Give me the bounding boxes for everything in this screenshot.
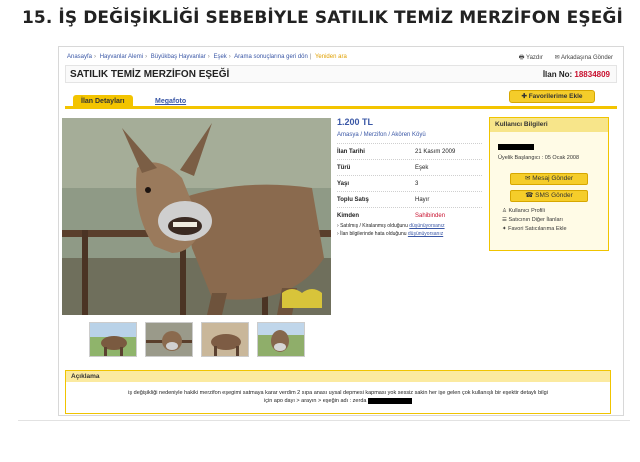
breadcrumb-animals[interactable]: Hayvanlar Alemi — [100, 54, 143, 60]
mail-icon: ✉ — [554, 55, 560, 61]
send-to-friend-link[interactable]: ✉ Arkadaşına Gönder — [555, 55, 613, 61]
detail-row-type: Türü Eşek — [337, 159, 482, 175]
listing-titlebar: SATILIK TEMİZ MERZİFON EŞEĞİ İlan No: 18… — [65, 65, 617, 83]
listing-title: SATILIK TEMİZ MERZİFON EŞEĞİ — [70, 69, 230, 80]
tab-details[interactable]: İlan Detayları — [73, 95, 133, 109]
description-box: Açıklama iş değişikliği nedeniyle hakiki… — [65, 370, 611, 414]
send-sms-button[interactable]: ☎ SMS Gönder — [510, 190, 588, 202]
report-error-link[interactable]: düşünüyorsanız — [408, 231, 443, 237]
price: 1.200 TL — [337, 117, 374, 127]
tab-megafoto[interactable]: Megafoto — [147, 95, 194, 109]
phone-icon: ☎ — [525, 192, 534, 199]
back-to-results-link[interactable]: Arama sonuçlarına geri dön — [234, 54, 308, 60]
detail-row-age: Yaşı 3 — [337, 175, 482, 191]
list-icon: ☰ — [502, 217, 507, 223]
details-table: İlan Tarihi 21 Kasım 2009 Türü Eşek Yaşı… — [337, 143, 482, 223]
star-icon: ✦ — [502, 226, 507, 232]
arrow-right-icon: › — [337, 231, 339, 237]
breadcrumb: Anasayfa › Hayvanlar Alemi › Büyükbaş Hayv… — [67, 54, 347, 60]
listing-number-value: 18834809 — [574, 70, 610, 79]
new-search-link[interactable]: Yeniden ara — [315, 54, 347, 60]
breadcrumb-donkey[interactable]: Eşek — [213, 54, 226, 60]
divider — [18, 420, 630, 421]
thumbnail[interactable] — [257, 322, 305, 357]
user-icon: ♙ — [502, 208, 507, 214]
user-profile-link[interactable]: ♙ Kullanıcı Profili — [502, 208, 567, 214]
top-links: 🖶 Yazdır ✉ Arkadaşına Gönder — [509, 53, 613, 63]
report-sold-link[interactable]: düşünüyorsanız — [409, 223, 444, 229]
description-line-2: için apo dayı > arayın > eşeğin adı : ze… — [76, 397, 600, 405]
report-sold-note: › Satılmış / Kiralanmış olduğunu düşünüy… — [337, 223, 445, 229]
report-notes: › Satılmış / Kiralanmış olduğunu düşünüy… — [337, 223, 445, 239]
mail-icon: ✉ — [524, 175, 531, 182]
add-favorite-seller-link[interactable]: ✦ Favori Satıcılarıma Ekle — [502, 226, 567, 232]
listing-page: Anasayfa › Hayvanlar Alemi › Büyükbaş Hayv… — [58, 46, 624, 416]
send-message-button[interactable]: ✉ Mesaj Gönder — [510, 173, 588, 185]
seller-info-box: Kullanıcı Bilgileri Üyelik Başlangıcı : … — [489, 117, 609, 251]
printer-icon: 🖶 — [518, 55, 525, 61]
detail-row-from: Kimden Sahibinden — [337, 207, 482, 223]
add-to-favorites-button[interactable]: ✚ Favorilerime Ekle — [509, 90, 595, 103]
member-since: Üyelik Başlangıcı : 05 Ocak 2008 — [498, 155, 580, 161]
seller-other-listings-link[interactable]: ☰ Satıcının Diğer İlanları — [502, 217, 567, 223]
breadcrumb-home[interactable]: Anasayfa — [67, 54, 92, 60]
print-link[interactable]: 🖶 Yazdır — [519, 55, 545, 61]
redacted-phone — [367, 397, 412, 404]
breadcrumb-livestock[interactable]: Büyükbaş Hayvanlar — [151, 54, 206, 60]
thumbnail[interactable] — [89, 322, 137, 357]
description-header: Açıklama — [66, 371, 610, 382]
description-text: iş değişikliği nedeniyle hakiki merzifon… — [66, 382, 610, 405]
plus-icon: ✚ — [521, 93, 527, 100]
seller-links: ♙ Kullanıcı Profili ☰ Satıcının Diğer İl… — [502, 208, 567, 235]
main-donkey-photo[interactable] — [62, 118, 331, 315]
seller-info-header: Kullanıcı Bilgileri — [490, 118, 608, 132]
redacted-username — [498, 144, 534, 150]
listing-number: İlan No: 18834809 — [542, 70, 610, 79]
detail-row-bulk: Toplu Satış Hayır — [337, 191, 482, 207]
thumbnail[interactable] — [201, 322, 249, 357]
arrow-right-icon: › — [337, 223, 339, 229]
article-headline: 15. İŞ DEĞİŞİKLİĞİ SEBEBİYLE SATILIK TEM… — [22, 8, 623, 28]
location-link[interactable]: Amasya / Merzifon / Akören Köyü — [337, 132, 426, 138]
report-error-note: › İlan bilgilerinde hata olduğunu düşünü… — [337, 231, 444, 237]
thumbnail[interactable] — [145, 322, 193, 357]
detail-row-date: İlan Tarihi 21 Kasım 2009 — [337, 143, 482, 159]
